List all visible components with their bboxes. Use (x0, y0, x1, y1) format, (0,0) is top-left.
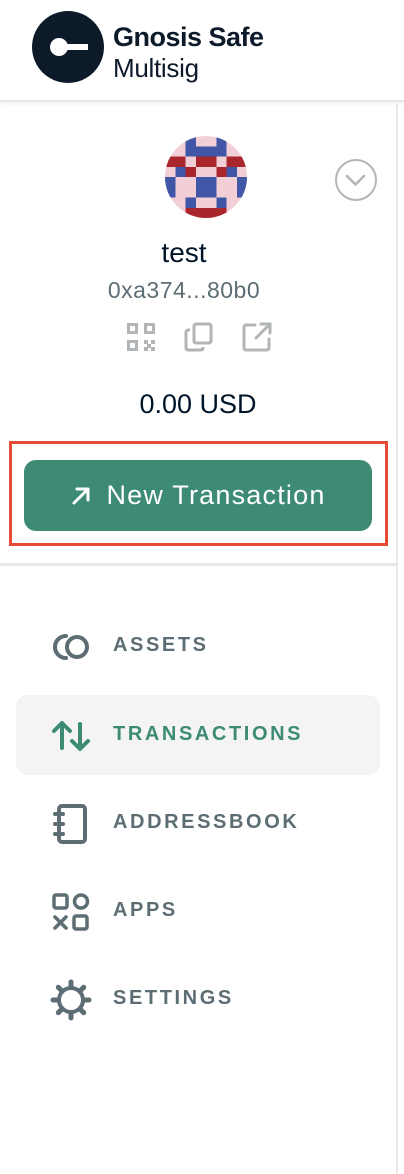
settings-icon (50, 979, 92, 1021)
new-transaction-label: New Transaction (106, 480, 326, 510)
sidebar-item-label: APPS (113, 899, 178, 921)
arrow-up-right-icon (72, 487, 90, 504)
addressbook-icon (53, 804, 87, 844)
gnosis-safe-logo-icon[interactable] (32, 11, 104, 83)
safe-info-panel: test 0xa374...80b0 0.00 USD New Transact… (0, 104, 404, 564)
brand-name[interactable]: Gnosis Safe Multisig (113, 22, 264, 83)
sidebar-item-label: SETTINGS (113, 987, 234, 1009)
sidebar-item-apps[interactable]: APPS (16, 871, 380, 951)
copy-icon[interactable] (182, 320, 216, 354)
brand-subtitle: Multisig (113, 53, 199, 83)
transactions-icon (52, 721, 90, 751)
sidebar-item-label: TRANSACTIONS (113, 723, 304, 745)
sidebar-item-transactions[interactable]: TRANSACTIONS (16, 695, 380, 775)
qr-code-icon[interactable] (124, 320, 158, 354)
section-divider (0, 563, 396, 566)
app-header: Gnosis Safe Multisig (0, 0, 404, 102)
sidebar-item-settings[interactable]: SETTINGS (16, 959, 380, 1039)
sidebar-item-addressbook[interactable]: ADDRESSBOOK (16, 783, 380, 863)
safe-actions (124, 320, 274, 354)
sidebar-item-label: ADDRESSBOOK (113, 811, 300, 833)
assets-icon (53, 634, 89, 660)
sidebar-item-assets[interactable]: ASSETS (16, 606, 380, 686)
safe-identicon (165, 136, 247, 218)
safe-address: 0xa374...80b0 (107, 277, 261, 303)
brand-title: Gnosis Safe (113, 22, 264, 52)
sidebar-item-label: ASSETS (113, 634, 209, 656)
new-transaction-button[interactable]: New Transaction (24, 460, 372, 531)
chevron-down-icon[interactable] (335, 159, 377, 201)
safe-name: test (161, 237, 207, 268)
apps-icon (52, 893, 90, 931)
external-link-icon[interactable] (240, 320, 274, 354)
safe-balance: 0.00 USD (139, 389, 257, 419)
